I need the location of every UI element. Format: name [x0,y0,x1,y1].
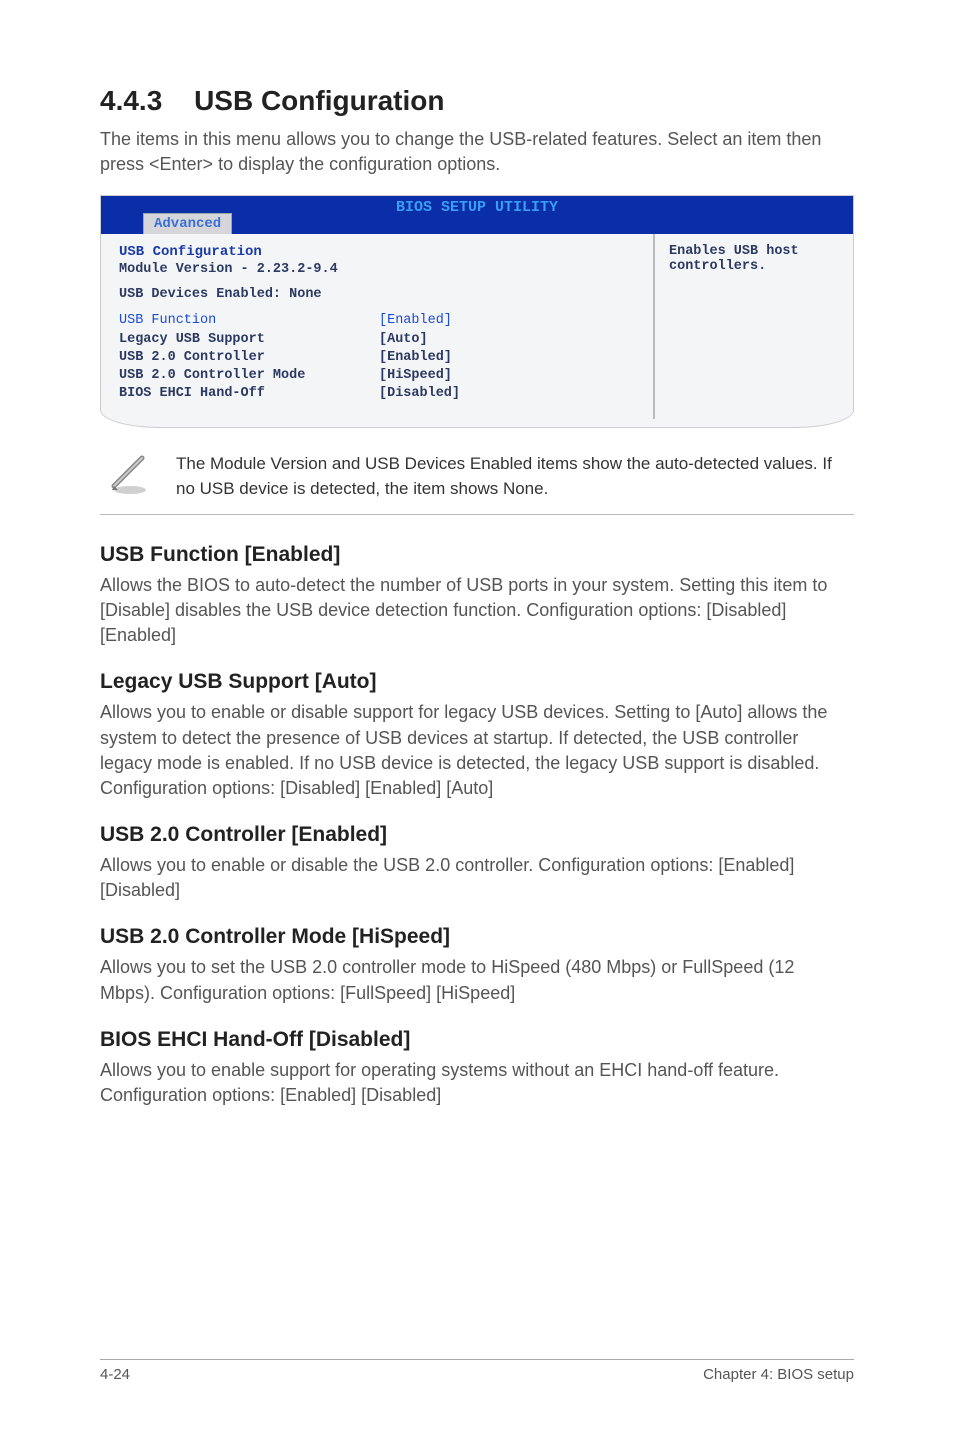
bios-screenshot: BIOS SETUP UTILITY Advanced USB Configur… [100,195,854,428]
bios-devices-enabled: USB Devices Enabled: None [119,287,635,302]
bios-setting-label: BIOS EHCI Hand-Off [119,385,379,403]
bios-setting-label: USB 2.0 Controller [119,349,379,367]
bios-config-header: USB Configuration [119,244,635,260]
setting-body: Allows you to enable or disable the USB … [100,853,854,903]
bios-banner: BIOS SETUP UTILITY Advanced [101,196,853,234]
note-text: The Module Version and USB Devices Enabl… [176,452,854,501]
setting-heading: USB 2.0 Controller [Enabled] [100,823,854,847]
setting-body: Allows you to set the USB 2.0 controller… [100,955,854,1005]
setting-heading: USB 2.0 Controller Mode [HiSpeed] [100,925,854,949]
chapter-label: Chapter 4: BIOS setup [703,1366,854,1383]
bios-body: USB Configuration Module Version - 2.23.… [101,234,853,419]
section-intro: The items in this menu allows you to cha… [100,127,854,177]
setting-heading: BIOS EHCI Hand-Off [Disabled] [100,1028,854,1052]
section-number: 4.4.3 [100,85,162,117]
section-heading: 4.4.3 USB Configuration [100,85,854,117]
setting-body: Allows the BIOS to auto-detect the numbe… [100,573,854,649]
bios-setting-value: [Enabled] [379,349,452,367]
note-block: The Module Version and USB Devices Enabl… [100,446,854,514]
bios-setting-value: [HiSpeed] [379,367,452,385]
setting-body: Allows you to enable support for operati… [100,1058,854,1108]
bios-setting-row: USB 2.0 Controller[Enabled] [119,349,635,367]
setting-heading: Legacy USB Support [Auto] [100,670,854,694]
page-number: 4-24 [100,1366,130,1383]
bios-help-pane: Enables USB host controllers. [653,234,853,419]
section-title-text: USB Configuration [194,85,444,116]
bios-setting-value: [Disabled] [379,385,460,403]
setting-body: Allows you to enable or disable support … [100,700,854,801]
bios-setting-value: [Auto] [379,331,428,349]
bios-setting-row: USB 2.0 Controller Mode[HiSpeed] [119,367,635,385]
setting-heading: USB Function [Enabled] [100,543,854,567]
bios-banner-text: BIOS SETUP UTILITY [396,199,558,216]
bios-setting-row: USB Function[Enabled] [119,312,635,330]
bios-setting-label: USB 2.0 Controller Mode [119,367,379,385]
bios-setting-label: USB Function [119,312,379,330]
bios-module-version: Module Version - 2.23.2-9.4 [119,262,635,277]
bios-tab-advanced: Advanced [143,213,232,234]
bios-setting-row: BIOS EHCI Hand-Off[Disabled] [119,385,635,403]
bios-setting-row: Legacy USB Support[Auto] [119,331,635,349]
bios-left-pane: USB Configuration Module Version - 2.23.… [101,234,653,419]
bios-setting-label: Legacy USB Support [119,331,379,349]
bios-setting-value: [Enabled] [379,312,452,330]
page-footer: 4-24 Chapter 4: BIOS setup [100,1359,854,1383]
note-icon [108,452,152,496]
